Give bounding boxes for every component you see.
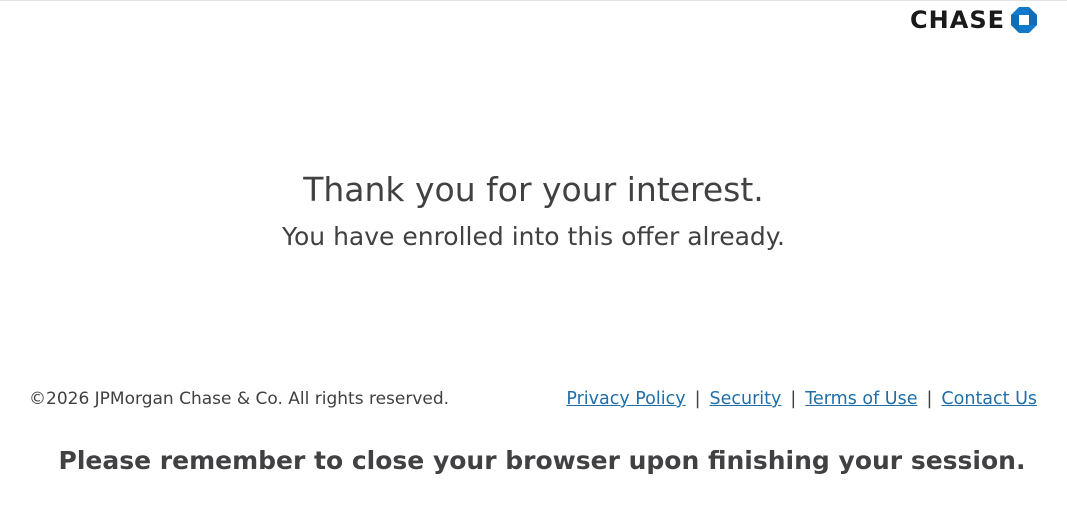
link-separator: | <box>926 389 933 409</box>
link-separator: | <box>694 389 701 409</box>
link-separator: | <box>790 389 797 409</box>
chase-logo: CHASE <box>910 4 1037 36</box>
already-enrolled-text: You have enrolled into this offer alread… <box>282 222 785 251</box>
privacy-policy-link[interactable]: Privacy Policy <box>566 389 685 409</box>
top-divider <box>0 0 1067 1</box>
terms-of-use-link[interactable]: Terms of Use <box>805 389 917 409</box>
footer-links: Privacy Policy | Security | Terms of Use… <box>566 389 1037 409</box>
chase-logo-text: CHASE <box>910 6 1005 34</box>
copyright-text: ©2026 JPMorgan Chase & Co. All rights re… <box>29 389 450 409</box>
chase-octagon-icon <box>1011 7 1037 33</box>
confirmation-message: Thank you for your interest. You have en… <box>0 168 1067 254</box>
footer: ©2026 JPMorgan Chase & Co. All rights re… <box>29 386 1037 412</box>
contact-us-link[interactable]: Contact Us <box>941 389 1037 409</box>
thank-you-heading: Thank you for your interest. <box>303 170 764 209</box>
security-link[interactable]: Security <box>710 389 782 409</box>
session-reminder: Please remember to close your browser up… <box>58 446 1026 475</box>
